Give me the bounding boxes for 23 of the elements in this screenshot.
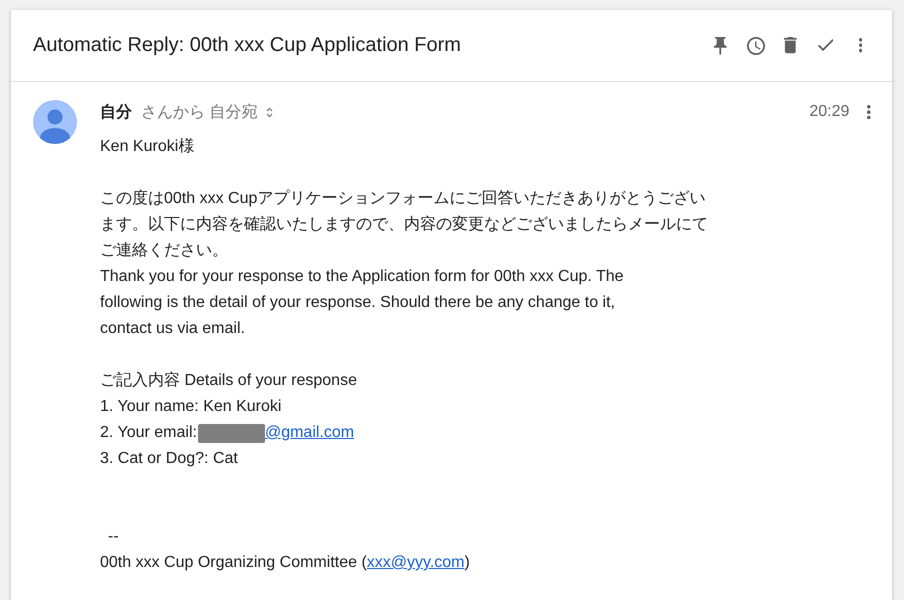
recipient-text: さんから 自分宛 (141, 102, 258, 122)
message-text: 1. Your name: Ken Kuroki (100, 397, 282, 417)
clock-icon[interactable] (746, 36, 764, 54)
avatar-icon (33, 100, 77, 144)
more-icon[interactable] (867, 104, 871, 120)
email-link[interactable]: @gmail.com (264, 420, 354, 446)
signature-separator: -- (107, 527, 120, 547)
delete-icon[interactable] (784, 37, 797, 54)
email-link[interactable]: xxx@yyy.com (366, 554, 465, 571)
more-icon[interactable] (858, 38, 862, 53)
message-text: ご記入内容 Details of your response (100, 370, 358, 391)
email-subject: Automatic Reply: 00th xxx Cup Application Form (33, 34, 462, 57)
up-down-caret-icon[interactable] (266, 106, 274, 118)
sender-name: 自分 (100, 102, 132, 122)
pin-icon[interactable] (714, 36, 727, 54)
message-text: 3. Cat or Dog?: Cat (100, 449, 239, 469)
message-text: Ken Kuroki様 (100, 137, 196, 157)
signature-line: 00th xxx Cup Organizing Committee (xxx@yyy.com) (100, 553, 471, 573)
message-paragraph: Thank you for your response to the Application form for 00th xxx Cup. The following is the detail of your response. Should there be any change to it, contact us via email. (100, 267, 625, 339)
check-icon[interactable] (818, 39, 834, 52)
message-paragraph: この度は00th xxx Cupアプリケーションフォームにご回答いただきありがとうござい ます。以下に内容を確認いたしますので、内容の変更などございましたらメールにて ご連絡ください。 (100, 188, 709, 261)
message-time: 20:29 (809, 103, 850, 121)
email-label: 2. Your email: (100, 423, 197, 443)
